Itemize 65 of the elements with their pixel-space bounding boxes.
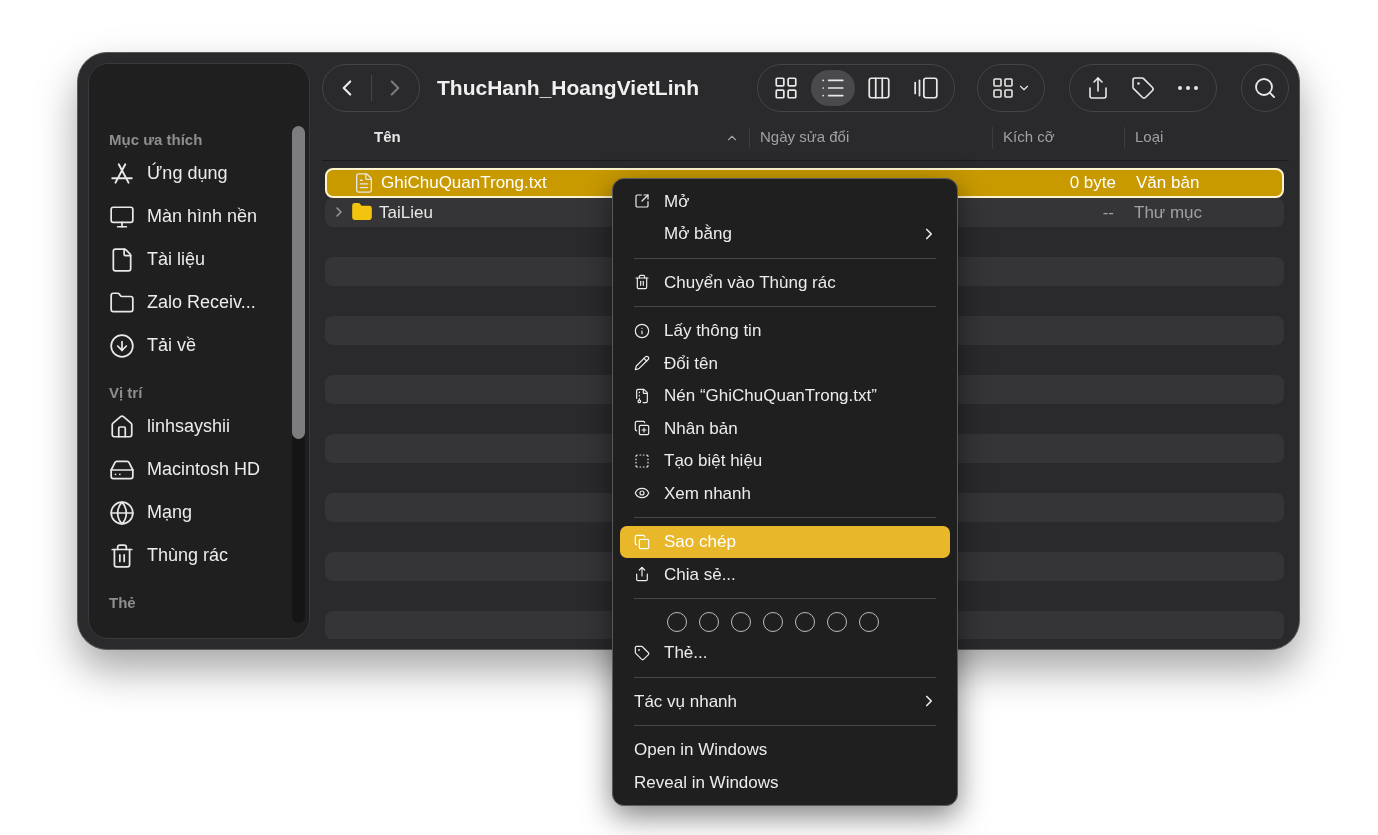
file-type: Văn bản — [1136, 173, 1200, 192]
grid-icon — [773, 75, 800, 101]
menu-item[interactable]: Mở bằng — [620, 217, 950, 250]
sidebar-item[interactable]: Ứng dụng — [101, 152, 285, 195]
archive-icon — [634, 387, 650, 404]
file-size: -- — [1102, 201, 1114, 224]
sidebar-item[interactable]: Mạng — [101, 491, 285, 534]
sidebar-item[interactable]: linhsayshii — [101, 405, 285, 448]
menu-item[interactable]: Xem nhanh — [620, 477, 950, 510]
sidebar-item[interactable]: Macintosh HD — [101, 448, 285, 491]
tag-icon — [634, 644, 650, 661]
trash-icon — [109, 542, 135, 569]
sidebar-item[interactable]: Tải về — [101, 324, 285, 367]
file-type: Thư mục — [1134, 202, 1203, 222]
sidebar-item[interactable]: Màn hình nền — [101, 195, 285, 238]
grid-icon — [991, 76, 1015, 100]
menu-item[interactable]: Open in Windows — [620, 733, 950, 766]
sidebar-section-title: Mục ưa thích — [109, 130, 204, 150]
file-name: GhiChuQuanTrong.txt — [381, 172, 547, 194]
folder-icon — [109, 289, 135, 316]
download-icon — [109, 332, 135, 359]
window-title: ThucHanh_HoangVietLinh — [437, 75, 700, 102]
more-icon — [1177, 86, 1198, 90]
menu-item[interactable]: Mở — [620, 185, 950, 218]
globe-icon — [109, 499, 135, 526]
tag-color-option[interactable] — [859, 611, 879, 632]
file-size: 0 byte — [1069, 172, 1116, 194]
view-button[interactable] — [810, 70, 855, 106]
gallery-icon — [912, 75, 939, 101]
sidebar-section-title: Thẻ — [109, 593, 137, 613]
menu-item[interactable]: Đổi tên — [620, 347, 950, 380]
info-icon — [634, 322, 650, 339]
columns-icon — [866, 75, 893, 101]
copy-icon — [634, 533, 650, 550]
monitor-icon — [109, 203, 135, 230]
sidebar-item[interactable]: Thùng rác — [101, 534, 285, 577]
menu-item[interactable]: Reveal in Windows — [620, 766, 950, 799]
group-button[interactable] — [977, 64, 1045, 112]
apps-icon — [109, 160, 135, 187]
column-header[interactable]: Ngày sửa đổi — [760, 126, 850, 149]
house-icon — [109, 413, 135, 440]
search-icon — [1253, 76, 1277, 100]
menu-item[interactable]: Tạo biệt hiệu — [620, 444, 950, 477]
sidebar-item[interactable]: Zalo Receiv... — [101, 281, 285, 324]
pencil-icon — [634, 355, 650, 372]
dashed-square-icon — [634, 452, 650, 469]
menu-item[interactable]: Thẻ... — [620, 636, 950, 669]
column-header[interactable]: Tên — [374, 126, 401, 149]
sidebar-item[interactable]: Tài liệu — [101, 238, 285, 281]
duplicate-icon — [634, 420, 650, 437]
open-icon — [634, 193, 650, 210]
text-file-icon — [353, 171, 375, 194]
tag-icon — [1131, 76, 1155, 100]
sidebar-section-title: Vị trí — [109, 383, 144, 403]
menu-item[interactable]: Chia sẻ... — [620, 558, 950, 591]
column-header[interactable]: Kích cỡ — [1003, 126, 1055, 149]
trash-icon — [634, 274, 650, 291]
menu-item[interactable]: Nhân bản — [620, 412, 950, 445]
menu-item[interactable]: Tác vụ nhanh — [620, 685, 950, 718]
document-icon — [109, 246, 135, 273]
share-icon — [634, 566, 650, 583]
menu-item[interactable]: Nén “GhiChuQuanTrong.txt” — [620, 379, 950, 412]
file-name: TaiLieu — [379, 201, 433, 224]
column-header[interactable]: Loại — [1135, 126, 1164, 149]
menu-item[interactable]: Chuyển vào Thùng rác — [620, 266, 950, 299]
